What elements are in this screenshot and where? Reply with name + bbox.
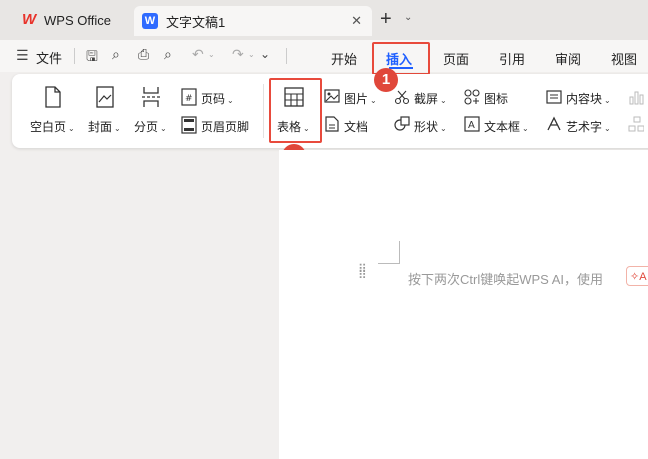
svg-text:A: A: [468, 120, 475, 131]
tab-wps-office-label: WPS Office: [44, 12, 111, 28]
wordart-label: 艺术字: [566, 120, 603, 134]
content-block-icon[interactable]: [546, 89, 562, 108]
tab-document-label: 文字文稿1: [166, 14, 226, 30]
print-preview-icon[interactable]: ⌕: [164, 46, 172, 63]
content-block-label: 内容块: [566, 92, 603, 106]
close-tab-icon[interactable]: ✕: [351, 13, 362, 29]
page-break-icon[interactable]: [141, 86, 161, 111]
margin-corner-mark: [399, 241, 400, 263]
blank-page-button[interactable]: 空白页 ⌄: [30, 118, 75, 135]
ribbon-divider: [263, 84, 264, 138]
picture-button[interactable]: 图片 ⌄: [344, 90, 377, 107]
redo-dropdown-icon[interactable]: ⌄: [248, 50, 255, 59]
save-icon[interactable]: 🖫: [86, 46, 98, 70]
new-tab-button[interactable]: +: [380, 9, 392, 29]
shape-icon[interactable]: [394, 116, 410, 135]
wps-ai-chip[interactable]: ✧A: [626, 266, 648, 286]
page-break-button[interactable]: 分页 ⌄: [134, 118, 167, 135]
new-tab-chevron-icon[interactable]: ⌄: [404, 12, 412, 23]
page-number-icon[interactable]: #: [181, 88, 197, 109]
screenshot-label: 截屏: [414, 92, 439, 106]
margin-corner-mark: [378, 263, 400, 264]
page-number-button[interactable]: 页码 ⌄: [201, 90, 234, 107]
file-menu[interactable]: 文件: [36, 48, 62, 67]
shape-button[interactable]: 形状 ⌄: [414, 118, 447, 135]
wordart-button[interactable]: 艺术字 ⌄: [566, 118, 611, 135]
export-icon[interactable]: ⌕: [112, 46, 120, 63]
menu-icon[interactable]: ☰: [16, 47, 29, 64]
active-tab-underline: [389, 67, 413, 69]
svg-text:#: #: [185, 94, 193, 104]
tab-document[interactable]: W 文字文稿1 ✕: [134, 6, 372, 36]
tab-start[interactable]: 开始: [331, 49, 357, 68]
undo-dropdown-icon[interactable]: ⌄: [208, 50, 215, 59]
picture-label: 图片: [344, 92, 369, 106]
divider: [74, 48, 75, 64]
screenshot-button[interactable]: 截屏 ⌄: [414, 90, 447, 107]
writer-doc-icon: W: [142, 13, 158, 29]
textbox-icon[interactable]: A: [464, 116, 480, 135]
picture-icon[interactable]: [324, 89, 340, 106]
document-button[interactable]: 文档: [344, 118, 368, 135]
header-footer-button[interactable]: 页眉页脚: [201, 118, 249, 135]
wps-ai-hint: 按下两次Ctrl键唤起WPS AI，使用: [408, 272, 604, 287]
textbox-button[interactable]: 文本框 ⌄: [484, 118, 529, 135]
print-icon[interactable]: ⎙: [138, 46, 149, 63]
icon-library-button[interactable]: 图标: [484, 90, 508, 107]
cover-label: 封面: [88, 120, 113, 134]
page-break-label: 分页: [134, 120, 159, 134]
wordart-icon[interactable]: [546, 116, 562, 135]
drag-handle-icon[interactable]: ⠿ ⠿: [358, 263, 367, 281]
table-icon[interactable]: [284, 87, 304, 110]
table-label: 表格: [277, 120, 302, 134]
screenshot-icon[interactable]: [394, 89, 410, 108]
tab-view[interactable]: 视图: [611, 49, 637, 68]
chart-icon[interactable]: [628, 89, 644, 108]
more-quick-access-icon[interactable]: ⌄: [260, 47, 270, 61]
tab-insert[interactable]: 插入: [386, 49, 412, 68]
tab-wps-office[interactable]: W WPS Office: [8, 6, 128, 34]
divider: [286, 48, 287, 64]
document-page[interactable]: [279, 150, 648, 459]
page-number-label: 页码: [201, 92, 226, 106]
icon-library-icon[interactable]: [464, 89, 480, 108]
redo-icon[interactable]: ↷: [232, 46, 244, 63]
cover-icon[interactable]: [95, 86, 115, 111]
textbox-label: 文本框: [484, 120, 521, 134]
content-block-button[interactable]: 内容块 ⌄: [566, 90, 611, 107]
shape-label: 形状: [414, 120, 439, 134]
ai-chip-label: A: [639, 271, 647, 283]
tab-references[interactable]: 引用: [499, 49, 525, 68]
blank-page-icon[interactable]: [43, 86, 63, 111]
smartart-icon[interactable]: [628, 116, 645, 135]
cover-button[interactable]: 封面 ⌄: [88, 118, 121, 135]
ai-sparkle-icon: ✧: [630, 271, 640, 283]
header-footer-icon[interactable]: [181, 116, 197, 137]
wps-logo-icon: W: [22, 11, 37, 28]
undo-icon[interactable]: ↶: [192, 46, 204, 63]
tab-page[interactable]: 页面: [443, 49, 469, 68]
blank-page-label: 空白页: [30, 120, 67, 134]
tab-review[interactable]: 审阅: [555, 49, 581, 68]
table-button[interactable]: 表格 ⌄: [277, 118, 310, 135]
document-icon[interactable]: [325, 116, 339, 135]
